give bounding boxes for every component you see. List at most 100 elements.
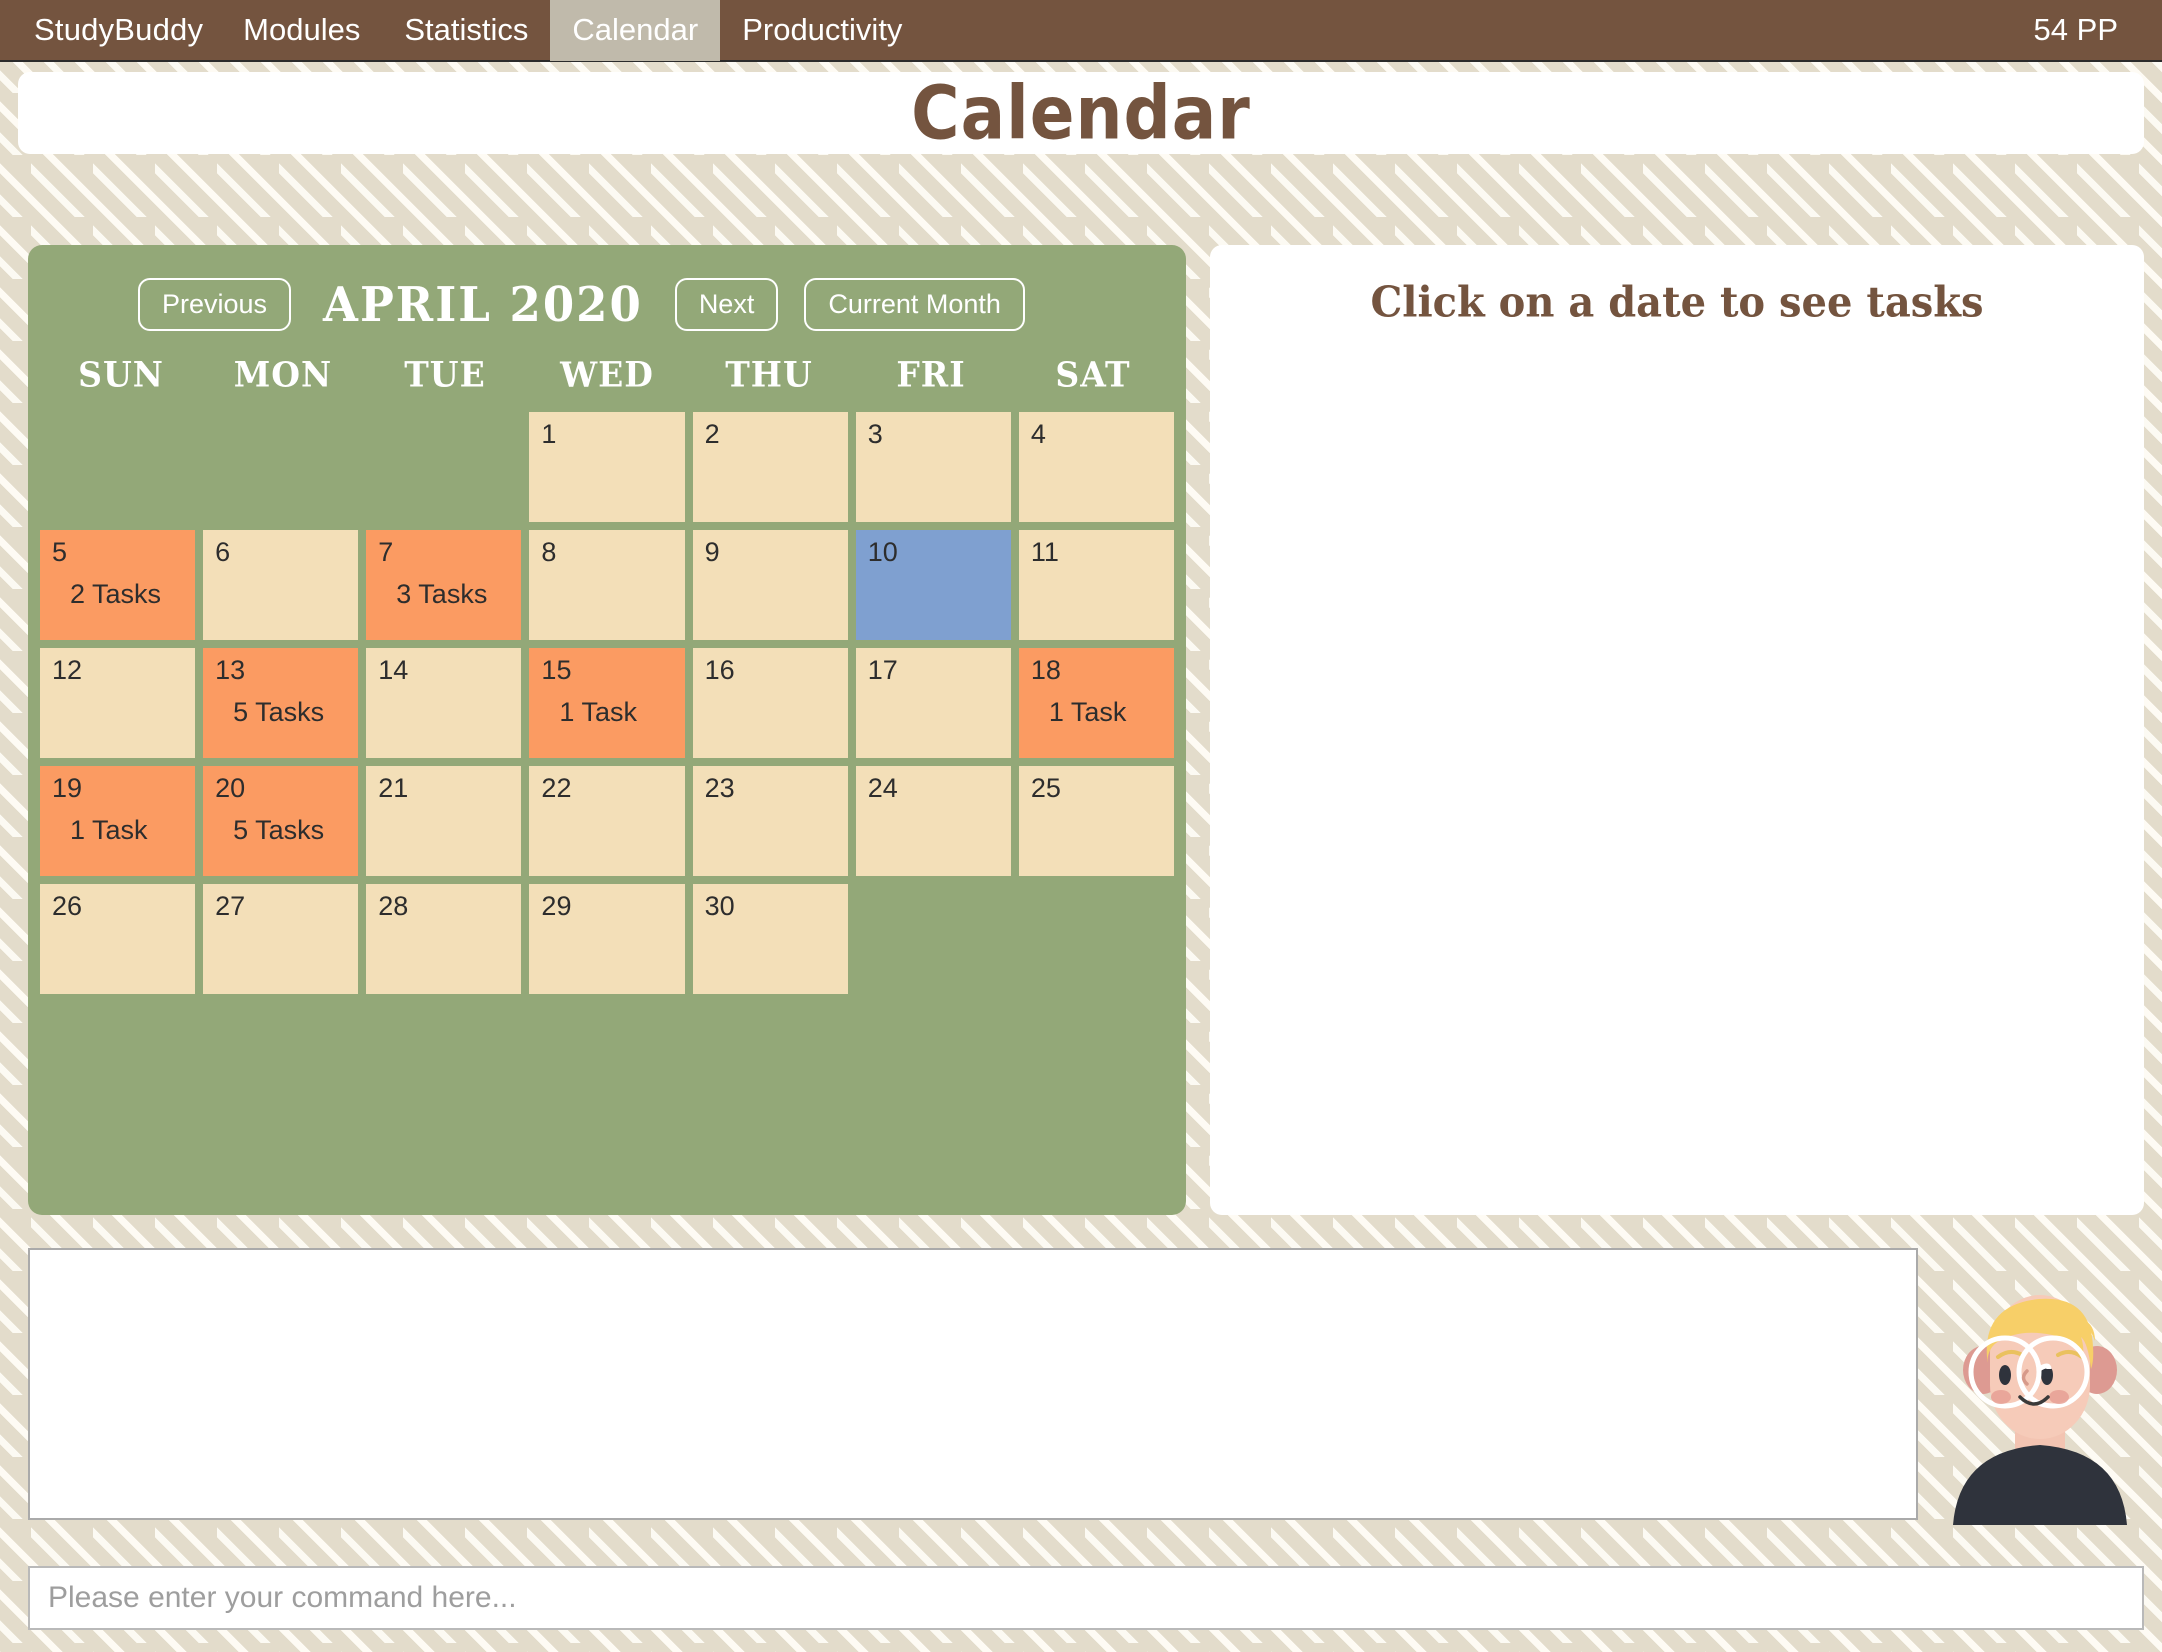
calendar-day-14[interactable]: 14	[366, 648, 522, 758]
calendar-day-number: 28	[378, 891, 409, 921]
calendar-day-26[interactable]: 26	[40, 884, 196, 994]
calendar-day-number: 15	[541, 655, 572, 685]
calendar-day-16[interactable]: 16	[692, 648, 848, 758]
calendar-day-15[interactable]: 15 1 Task	[529, 648, 685, 758]
page-title-card: Calendar	[18, 69, 2144, 157]
calendar-day-1[interactable]: 1	[529, 412, 685, 522]
calendar-day-number: 24	[867, 773, 898, 803]
calendar-day-number: 23	[704, 773, 735, 803]
calendar-day-11[interactable]: 11	[1018, 530, 1174, 640]
calendar-day-task-count: 5 Tasks	[233, 697, 325, 728]
calendar-day-12[interactable]: 12	[40, 648, 196, 758]
calendar-day-10[interactable]: 10	[855, 530, 1011, 640]
calendar-day-number: 14	[378, 655, 409, 685]
calendar-day-number: 13	[215, 655, 246, 685]
task-detail-panel: Click on a date to see tasks	[1210, 245, 2144, 1215]
calendar-day-24[interactable]: 24	[855, 766, 1011, 876]
calendar-day-number: 11	[1030, 537, 1059, 567]
previous-month-button[interactable]: Previous	[138, 277, 292, 331]
top-navbar: StudyBuddy Modules Statistics Calendar P…	[0, 0, 2162, 62]
nav-item-productivity[interactable]: Productivity	[720, 0, 924, 61]
nav-item-modules[interactable]: Modules	[221, 0, 382, 61]
weekday-header-row: SUN MON TUE WED THU FRI SAT	[28, 337, 1186, 395]
calendar-day-number: 3	[867, 419, 883, 449]
calendar-day-6[interactable]: 6	[203, 530, 359, 640]
calendar-day-23[interactable]: 23	[692, 766, 848, 876]
calendar-day-3[interactable]: 3	[855, 412, 1011, 522]
avatar	[1935, 1245, 2145, 1525]
calendar-day-number: 16	[704, 655, 735, 685]
weekday-mon: MON	[233, 354, 333, 395]
calendar-day-27[interactable]: 27	[203, 884, 359, 994]
calendar-day-21[interactable]: 21	[366, 766, 522, 876]
nav-brand[interactable]: StudyBuddy	[26, 0, 221, 60]
calendar-day-2[interactable]: 2	[692, 412, 848, 522]
calendar-month-title: APRIL 2020	[323, 275, 643, 333]
weekday-wed: WED	[560, 354, 654, 395]
points-badge: 54 PP	[2033, 12, 2118, 47]
calendar-day-number: 5	[52, 537, 68, 567]
calendar-day-number: 30	[704, 891, 735, 921]
calendar-day-number: 26	[52, 891, 83, 921]
nav-item-statistics[interactable]: Statistics	[382, 0, 550, 61]
calendar-day-17[interactable]: 17	[855, 648, 1011, 758]
calendar-day-grid: 123452 Tasks 6 7 3 Tasks 8 9 10 11 12 13 5 Tasks 14…	[28, 394, 1186, 994]
calendar-day-8[interactable]: 8	[529, 530, 685, 640]
page-title: Calendar	[911, 69, 1251, 157]
calendar-day-4[interactable]: 4	[1018, 412, 1174, 522]
calendar-day-number: 9	[704, 537, 720, 567]
calendar-day-number: 2	[704, 419, 720, 449]
calendar-day-7[interactable]: 73 Tasks	[366, 530, 522, 640]
calendar-day-5[interactable]: 52 Tasks	[40, 530, 196, 640]
calendar-day-number: 25	[1030, 773, 1061, 803]
calendar-day-19[interactable]: 19 1 Task	[40, 766, 196, 876]
calendar-day-13[interactable]: 13 5 Tasks	[203, 648, 359, 758]
command-bar[interactable]	[28, 1566, 2144, 1630]
calendar-day-28[interactable]: 28	[366, 884, 522, 994]
calendar-day-task-count: 1 Task	[559, 697, 637, 728]
weekday-fri: FRI	[896, 354, 966, 395]
calendar-day-number: 20	[215, 773, 246, 803]
calendar-day-29[interactable]: 29	[529, 884, 685, 994]
calendar-day-task-count: 5 Tasks	[233, 815, 325, 846]
command-input[interactable]	[30, 1568, 2142, 1628]
next-month-button[interactable]: Next	[674, 277, 779, 331]
output-console	[28, 1248, 1918, 1520]
calendar-day-number: 27	[215, 891, 246, 921]
current-month-button[interactable]: Current Month	[804, 277, 1025, 331]
calendar-day-number: 10	[867, 537, 898, 567]
calendar-day-number: 1	[541, 419, 557, 449]
calendar-day-number: 18	[1030, 655, 1061, 685]
calendar-day-blank	[203, 412, 358, 522]
weekday-thu: THU	[725, 354, 813, 395]
calendar-controls: Previous APRIL 2020 Next Current Month	[28, 245, 1186, 337]
weekday-sat: SAT	[1055, 354, 1131, 395]
calendar-day-number: 7	[378, 537, 394, 567]
weekday-tue: TUE	[404, 354, 486, 395]
calendar-day-22[interactable]: 22	[529, 766, 685, 876]
task-panel-heading: Click on a date to see tasks	[1370, 277, 1984, 328]
calendar-day-number: 12	[52, 655, 83, 685]
nav-item-calendar[interactable]: Calendar	[550, 0, 721, 61]
calendar-day-blank	[40, 412, 195, 522]
calendar-day-20[interactable]: 20 5 Tasks	[203, 766, 359, 876]
calendar-day-task-count: 1 Task	[1048, 697, 1127, 728]
calendar-day-18[interactable]: 18 1 Task	[1018, 648, 1174, 758]
calendar-day-25[interactable]: 25	[1018, 766, 1174, 876]
calendar-day-number: 6	[215, 537, 231, 567]
calendar-day-number: 4	[1030, 419, 1046, 449]
calendar-day-number: 19	[52, 773, 83, 803]
calendar-day-number: 8	[541, 537, 557, 567]
app-background: StudyBuddy Modules Statistics Calendar P…	[0, 0, 2162, 1652]
calendar-day-task-count: 2 Tasks	[70, 579, 162, 610]
calendar-panel: Previous APRIL 2020 Next Current Month S…	[28, 245, 1186, 1215]
calendar-day-blank	[366, 412, 521, 522]
calendar-day-number: 17	[867, 655, 898, 685]
calendar-day-number: 22	[541, 773, 572, 803]
student-avatar-icon	[1953, 1295, 2127, 1525]
calendar-day-task-count: 3 Tasks	[396, 579, 488, 610]
calendar-day-number: 21	[378, 773, 409, 803]
calendar-day-number: 29	[541, 891, 572, 921]
calendar-day-30[interactable]: 30	[692, 884, 848, 994]
calendar-day-9[interactable]: 9	[692, 530, 848, 640]
